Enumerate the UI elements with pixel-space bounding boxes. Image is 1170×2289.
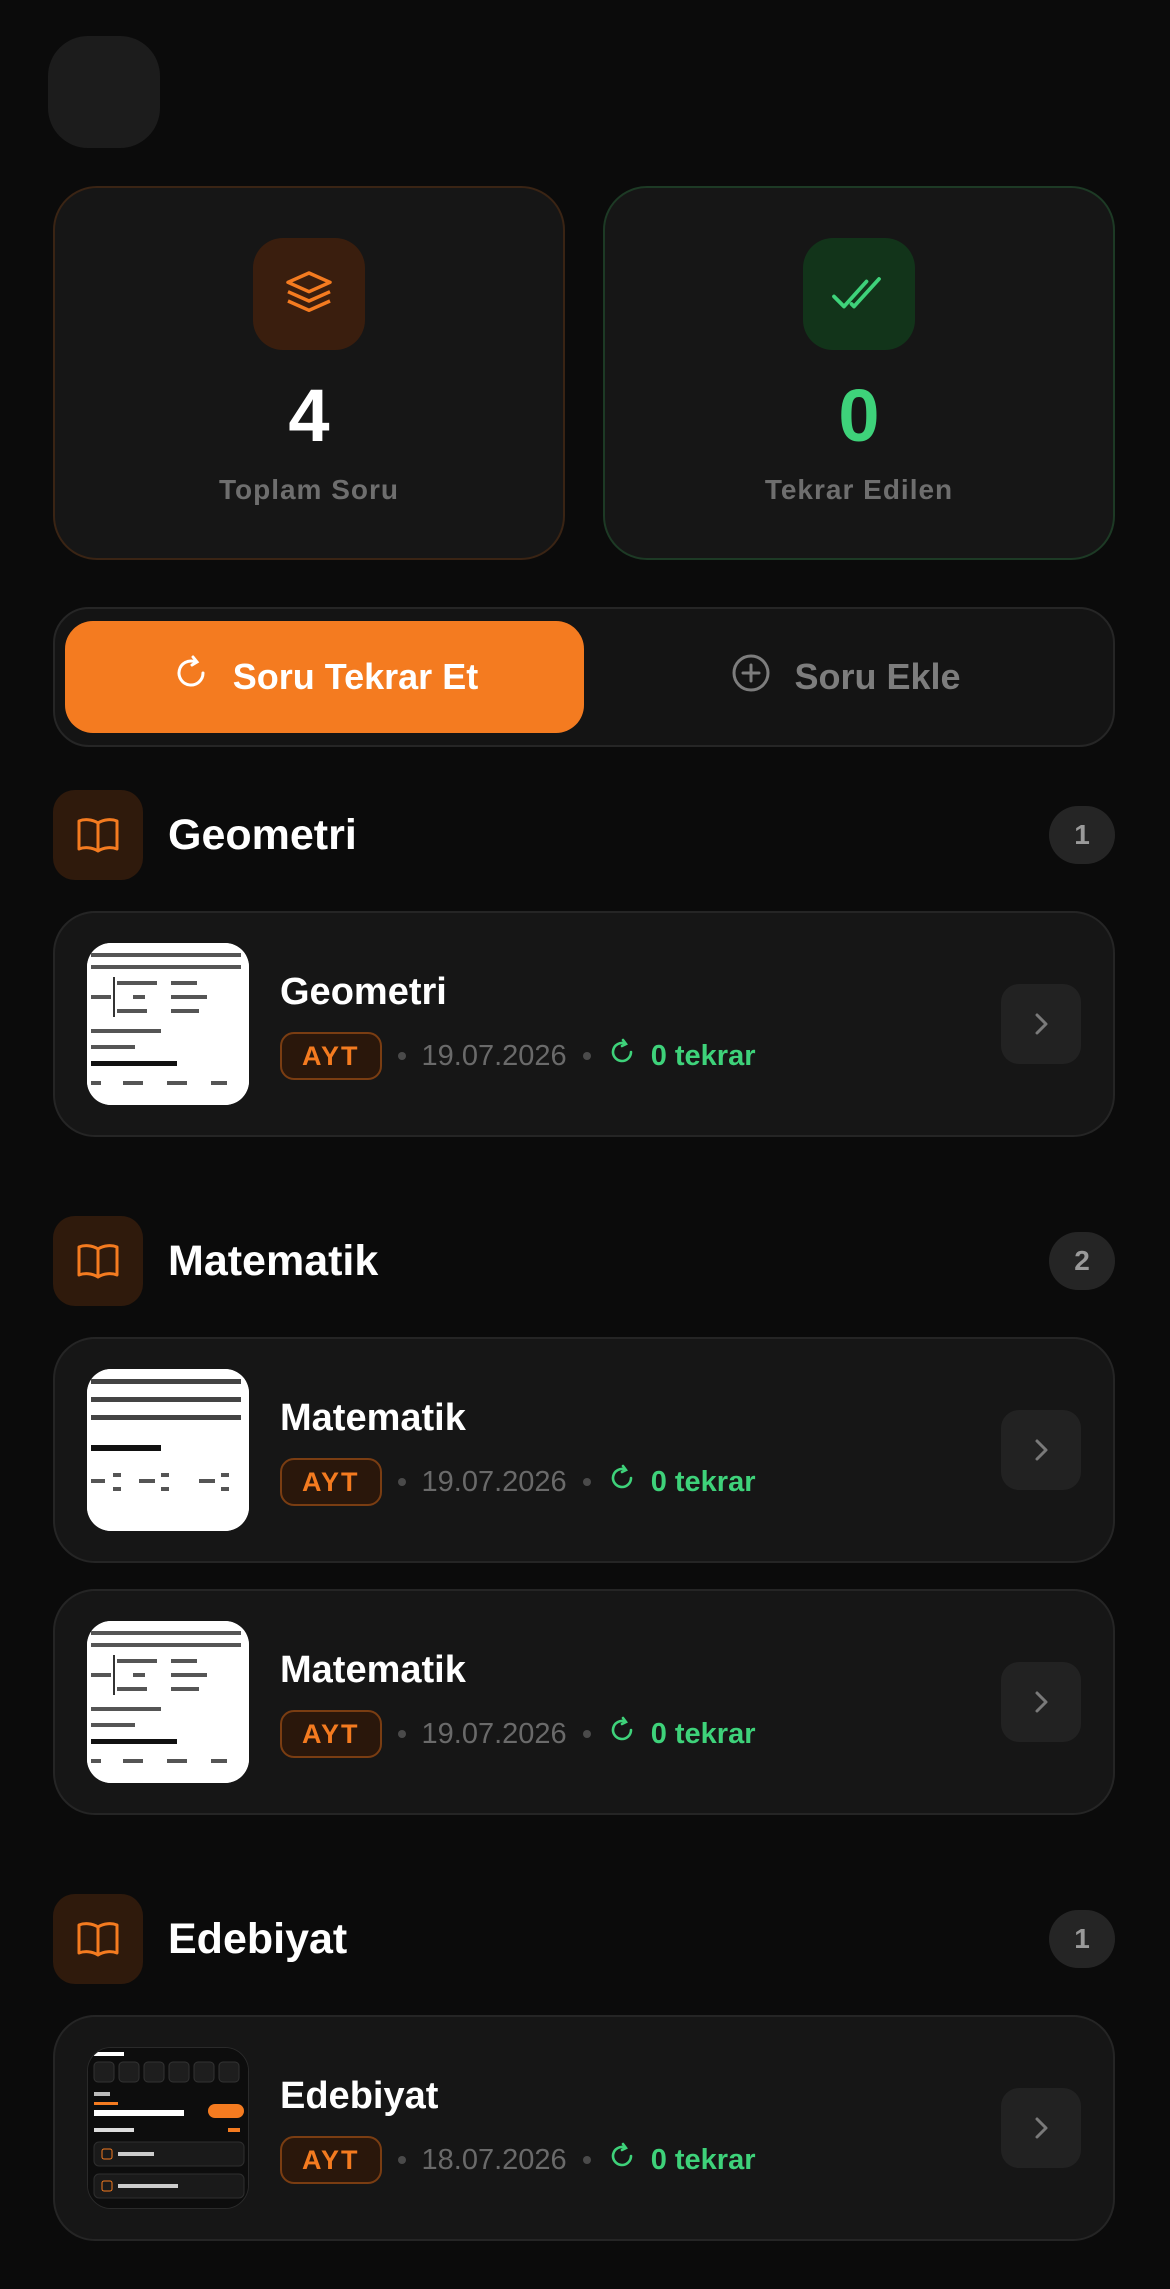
question-thumbnail	[87, 2047, 249, 2209]
section-title: Matematik	[168, 1237, 379, 1285]
section-title: Geometri	[168, 811, 357, 859]
question-card[interactable]: Matematik AYT 19.07.2026 0 tekrar	[53, 1337, 1115, 1563]
separator-dot	[582, 1478, 591, 1486]
add-question-label: Soru Ekle	[794, 656, 961, 697]
question-date: 19.07.2026	[421, 1465, 567, 1498]
question-meta: AYT 19.07.2026 0 tekrar	[280, 1457, 756, 1507]
reviewed-questions-label: Tekrar Edilen	[764, 474, 954, 505]
exam-tag: AYT	[280, 1458, 382, 1506]
question-meta: AYT 18.07.2026 0 tekrar	[280, 2135, 756, 2185]
exam-tag: AYT	[280, 2136, 382, 2184]
action-segment: Soru Tekrar Et Soru Ekle	[53, 607, 1115, 747]
review-count-label: 0 tekrar	[650, 1039, 756, 1072]
total-questions-card: 4 Toplam Soru	[53, 186, 565, 560]
question-bank-screen: 4 Toplam Soru 0 Tekrar Edilen Soru Tekra…	[0, 0, 1170, 2289]
back-button[interactable]	[48, 36, 160, 148]
chevron-right-icon[interactable]	[1001, 1662, 1081, 1742]
question-meta: AYT 19.07.2026 0 tekrar	[280, 1031, 756, 1081]
book-icon	[53, 790, 143, 880]
book-icon	[53, 1894, 143, 1984]
separator-dot	[397, 2156, 406, 2164]
review-questions-label: Soru Tekrar Et	[232, 656, 479, 697]
question-title: Edebiyat	[280, 2075, 439, 2117]
section-header-geometri: Geometri 1	[53, 790, 1115, 880]
add-question-button[interactable]: Soru Ekle	[586, 621, 1105, 733]
stats-row: 4 Toplam Soru 0 Tekrar Edilen	[53, 186, 1115, 560]
refresh-icon	[607, 1715, 637, 1753]
exam-tag: AYT	[280, 1710, 382, 1758]
separator-dot	[582, 1730, 591, 1738]
question-thumbnail	[87, 943, 249, 1105]
reviewed-questions-value: 0	[838, 374, 880, 457]
section-count-badge: 1	[1049, 806, 1115, 864]
review-count: 0 tekrar	[607, 1037, 756, 1075]
section-title: Edebiyat	[168, 1915, 348, 1963]
question-title: Matematik	[280, 1649, 466, 1691]
question-title: Geometri	[280, 971, 447, 1013]
chevron-right-icon[interactable]	[1001, 1410, 1081, 1490]
question-card[interactable]: Matematik AYT 19.07.2026 0 tekrar	[53, 1589, 1115, 1815]
chevron-right-icon[interactable]	[1001, 984, 1081, 1064]
review-count-label: 0 tekrar	[650, 1465, 756, 1498]
question-thumbnail	[87, 1621, 249, 1783]
question-card[interactable]: Geometri AYT 19.07.2026 0 tekrar	[53, 911, 1115, 1137]
section-header-matematik: Matematik 2	[53, 1216, 1115, 1306]
question-thumbnail	[87, 1369, 249, 1531]
refresh-icon	[607, 2141, 637, 2179]
question-date: 19.07.2026	[421, 1039, 567, 1072]
exam-tag: AYT	[280, 1032, 382, 1080]
refresh-icon	[607, 1037, 637, 1075]
separator-dot	[397, 1730, 406, 1738]
plus-circle-icon	[730, 652, 772, 703]
separator-dot	[397, 1052, 406, 1060]
chevron-right-icon[interactable]	[1001, 2088, 1081, 2168]
book-icon	[53, 1216, 143, 1306]
section-header-edebiyat: Edebiyat 1	[53, 1894, 1115, 1984]
review-questions-button[interactable]: Soru Tekrar Et	[65, 621, 584, 733]
separator-dot	[582, 2156, 591, 2164]
reviewed-questions-card: 0 Tekrar Edilen	[603, 186, 1115, 560]
question-title: Matematik	[280, 1397, 466, 1439]
question-card[interactable]: Edebiyat AYT 18.07.2026 0 tekrar	[53, 2015, 1115, 2241]
layers-icon	[253, 238, 365, 350]
review-count-label: 0 tekrar	[650, 1717, 756, 1750]
question-date: 18.07.2026	[421, 2143, 567, 2176]
refresh-icon	[171, 653, 211, 702]
refresh-icon	[607, 1463, 637, 1501]
section-count-badge: 2	[1049, 1232, 1115, 1290]
review-count: 0 tekrar	[607, 1463, 756, 1501]
question-date: 19.07.2026	[421, 1717, 567, 1750]
review-count: 0 tekrar	[607, 1715, 756, 1753]
total-questions-value: 4	[288, 374, 330, 457]
question-meta: AYT 19.07.2026 0 tekrar	[280, 1709, 756, 1759]
section-count-badge: 1	[1049, 1910, 1115, 1968]
separator-dot	[397, 1478, 406, 1486]
review-count: 0 tekrar	[607, 2141, 756, 2179]
double-check-icon	[803, 238, 915, 350]
review-count-label: 0 tekrar	[650, 2143, 756, 2176]
total-questions-label: Toplam Soru	[218, 474, 400, 505]
separator-dot	[582, 1052, 591, 1060]
